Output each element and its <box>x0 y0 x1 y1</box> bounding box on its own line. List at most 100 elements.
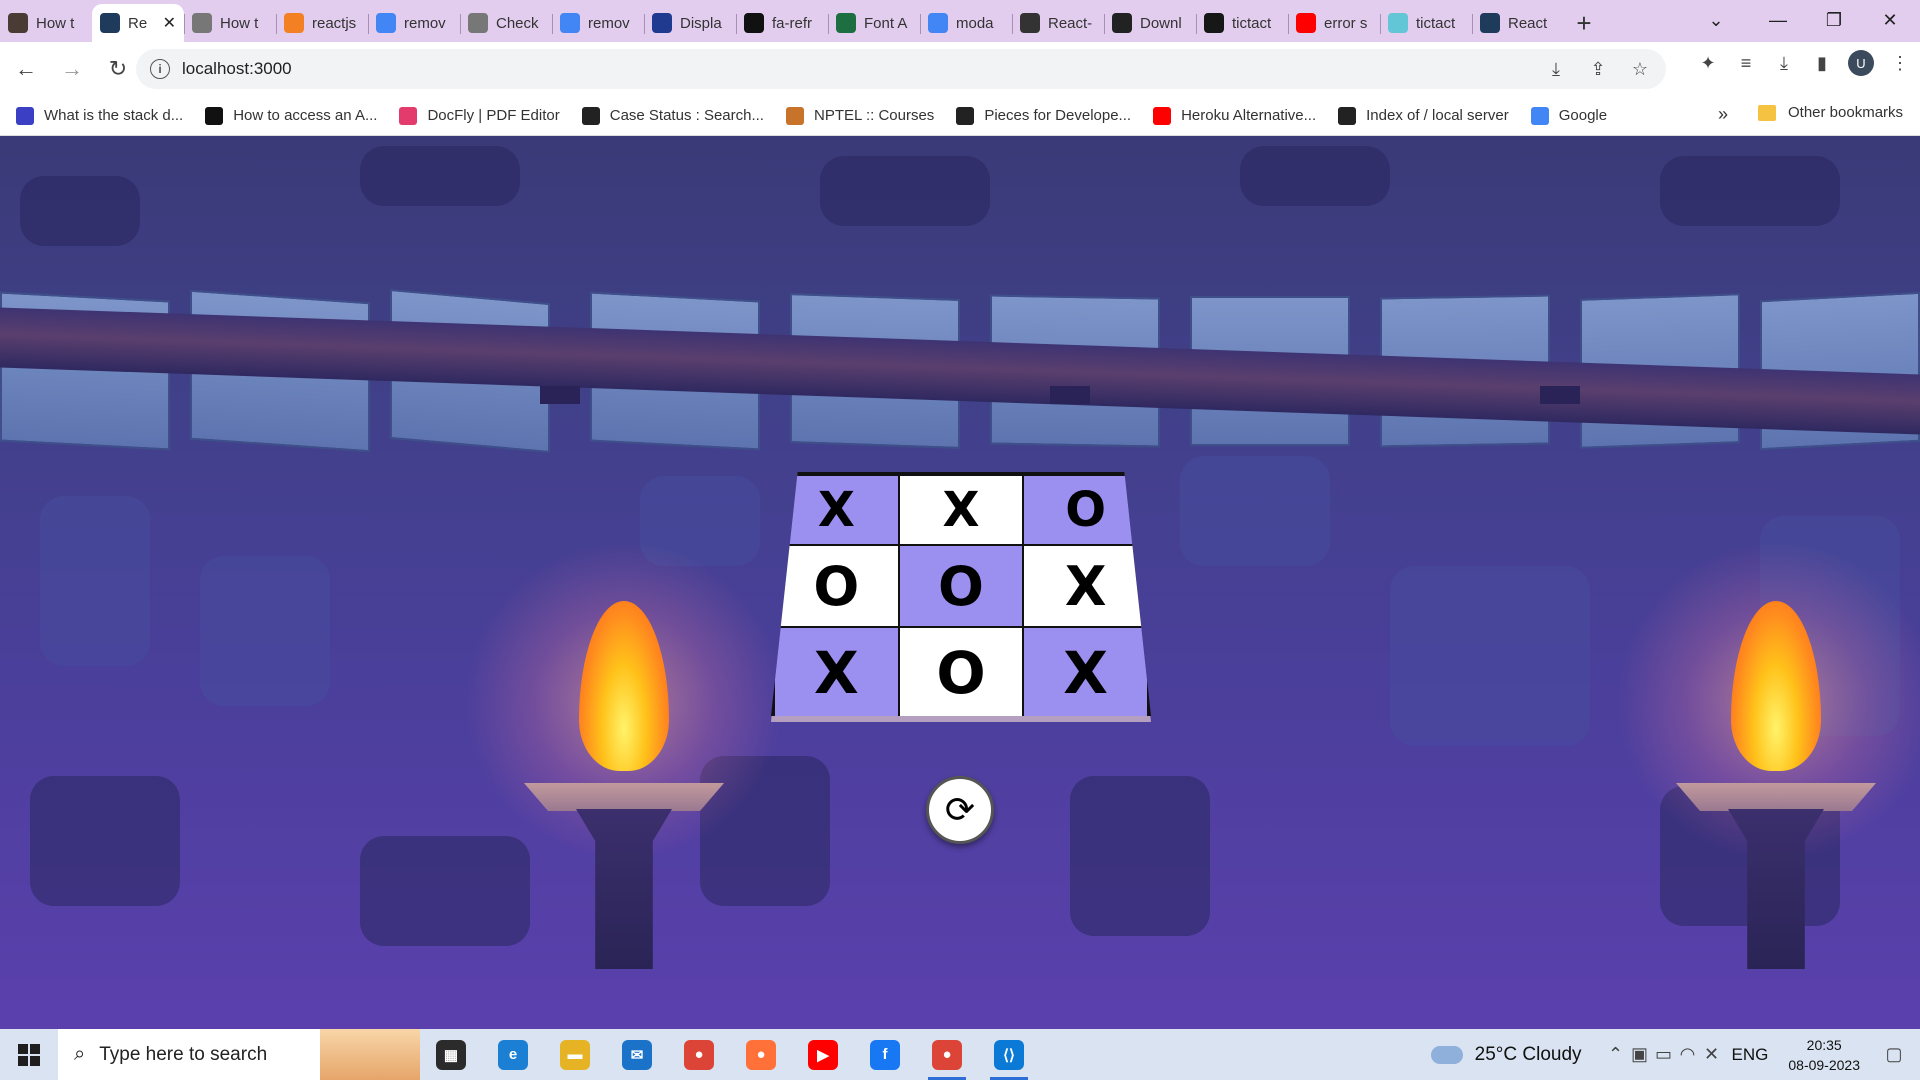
browser-tab[interactable]: React- <box>1012 4 1104 42</box>
bookmark-item[interactable]: Pieces for Develope... <box>956 106 1131 125</box>
chevron-up-icon[interactable]: ⌃ <box>1604 1043 1628 1067</box>
stackoverflow-icon <box>284 13 304 33</box>
taskbar-app-chrome-profile[interactable]: ● <box>916 1029 978 1080</box>
browser-tab[interactable]: React <box>1472 4 1564 42</box>
taskbar-app-vscode[interactable]: ⟨⟩ <box>978 1029 1040 1080</box>
close-tab-icon[interactable]: ✕ <box>163 13 176 33</box>
board-cell-1-1[interactable]: O <box>898 545 1024 627</box>
board-row: XOX <box>774 627 1148 716</box>
google-icon <box>928 13 948 33</box>
new-tab-button[interactable]: + <box>1564 4 1604 42</box>
taskbar-search[interactable]: ⌕ Type here to search <box>58 1029 420 1080</box>
browser-tab[interactable]: remov <box>368 4 460 42</box>
browser-tab[interactable]: Displa <box>644 4 736 42</box>
taskbar-app-youtube[interactable]: ▶ <box>792 1029 854 1080</box>
wifi-icon[interactable]: ◠ <box>1676 1043 1700 1067</box>
browser-tab[interactable]: tictact <box>1380 4 1472 42</box>
device-icon[interactable]: ▣ <box>1628 1043 1652 1067</box>
browser-tab[interactable]: remov <box>552 4 644 42</box>
maximize-button[interactable]: ❐ <box>1806 0 1862 40</box>
bookmark-item[interactable]: Case Status : Search... <box>581 106 764 125</box>
background-stone <box>1070 776 1210 936</box>
browser-tab[interactable]: Font A <box>828 4 920 42</box>
back-icon[interactable]: ← <box>6 49 46 89</box>
extensions-icon[interactable]: ✦ <box>1696 51 1720 75</box>
board-cell-1-0[interactable]: O <box>774 545 899 627</box>
start-button[interactable] <box>0 1029 58 1080</box>
beam-brace <box>540 386 580 404</box>
bookmark-item[interactable]: What is the stack d... <box>16 106 184 125</box>
board-row: OOX <box>774 545 1148 627</box>
bookmark-item[interactable]: Heroku Alternative... <box>1153 106 1316 125</box>
google-icon <box>1530 106 1549 125</box>
browser-tab[interactable]: How t <box>0 4 92 42</box>
reload-icon[interactable]: ↻ <box>98 49 138 89</box>
install-app-icon[interactable]: ⤓ <box>1544 57 1568 81</box>
tab-title: reactjs <box>312 14 357 32</box>
language-indicator[interactable]: ENG <box>1732 1045 1769 1065</box>
browser-tab[interactable]: tictact <box>1196 4 1288 42</box>
minimize-button[interactable]: — <box>1750 0 1806 40</box>
board-cell-0-0[interactable]: X <box>774 475 899 545</box>
board-cell-2-0[interactable]: X <box>774 627 899 716</box>
side-panel-icon[interactable]: ▮ <box>1810 51 1834 75</box>
clock[interactable]: 20:35 08-09-2023 <box>1788 1035 1860 1075</box>
board-cell-0-1[interactable]: X <box>898 475 1024 545</box>
taskbar-app-task-view[interactable]: ▦ <box>420 1029 482 1080</box>
browser-tab[interactable]: reactjs <box>276 4 368 42</box>
chrome-profile-icon: ● <box>932 1039 962 1070</box>
bookmark-label: Index of / local server <box>1366 107 1509 124</box>
taskbar-app-edge[interactable]: e <box>482 1029 544 1080</box>
downloads-icon[interactable]: ⤓ <box>1772 51 1796 75</box>
taskbar-app-file-explorer[interactable]: ▬ <box>544 1029 606 1080</box>
board-cell-2-2[interactable]: X <box>1023 627 1148 716</box>
left-torch <box>464 541 784 969</box>
browser-tab[interactable]: moda <box>920 4 1012 42</box>
volume-muted-icon[interactable]: ✕ <box>1700 1043 1724 1067</box>
tab-title: Displa <box>680 14 722 32</box>
bookmark-item[interactable]: How to access an A... <box>205 106 377 125</box>
taskbar-app-chrome[interactable]: ● <box>668 1029 730 1080</box>
notifications-icon[interactable]: ▢ <box>1882 1043 1906 1067</box>
more-bookmarks-chevron-icon[interactable]: » <box>1718 104 1728 125</box>
other-bookmarks[interactable]: Other bookmarks <box>1758 104 1903 121</box>
menu-kebab-icon[interactable]: ⋮ <box>1888 51 1912 75</box>
globe-icon <box>1338 106 1357 125</box>
browser-tab[interactable]: fa-refr <box>736 4 828 42</box>
bookmark-item[interactable]: Google <box>1530 106 1607 125</box>
address-bar[interactable]: i localhost:3000 ⤓ ⇪ ☆ <box>136 49 1666 89</box>
weather-widget[interactable]: 25°C Cloudy <box>1430 1044 1582 1066</box>
site-info-icon[interactable]: i <box>150 59 170 79</box>
media-controls-icon[interactable]: ≡ <box>1734 51 1758 75</box>
browser-tab[interactable]: error s <box>1288 4 1380 42</box>
reset-button[interactable]: ⟳ <box>926 776 994 844</box>
bookmark-item[interactable]: Index of / local server <box>1338 106 1509 125</box>
background-stone <box>1180 456 1330 566</box>
tab-search-icon[interactable]: ⌄ <box>1688 0 1744 40</box>
battery-icon[interactable]: ▭ <box>1652 1043 1676 1067</box>
browser-tab[interactable]: Re ✕ <box>92 4 184 42</box>
share-icon[interactable]: ⇪ <box>1586 57 1610 81</box>
forward-icon[interactable]: → <box>52 49 92 89</box>
taskbar-app-facebook[interactable]: f <box>854 1029 916 1080</box>
taskbar-app-mail[interactable]: ✉ <box>606 1029 668 1080</box>
taskbar-app-firefox[interactable]: ● <box>730 1029 792 1080</box>
mail-icon: ✉ <box>622 1039 652 1070</box>
bookmark-star-icon[interactable]: ☆ <box>1628 57 1652 81</box>
file-explorer-icon: ▬ <box>560 1039 590 1070</box>
board-cell-2-1[interactable]: O <box>898 627 1024 716</box>
background-stone <box>1660 156 1840 226</box>
board-cell-0-2[interactable]: O <box>1023 475 1148 545</box>
profile-avatar[interactable]: U <box>1848 50 1874 76</box>
firefox-icon: ● <box>746 1039 776 1070</box>
w-icon <box>836 13 856 33</box>
browser-tab[interactable]: Check <box>460 4 552 42</box>
close-window-button[interactable]: ✕ <box>1862 0 1918 40</box>
bookmark-label: What is the stack d... <box>44 107 184 124</box>
url-text[interactable]: localhost:3000 <box>182 59 292 79</box>
browser-tab[interactable]: Downl <box>1104 4 1196 42</box>
board-cell-1-2[interactable]: X <box>1023 545 1148 627</box>
browser-tab[interactable]: How t <box>184 4 276 42</box>
bookmark-item[interactable]: DocFly | PDF Editor <box>399 106 560 125</box>
bookmark-item[interactable]: NPTEL :: Courses <box>785 106 934 125</box>
